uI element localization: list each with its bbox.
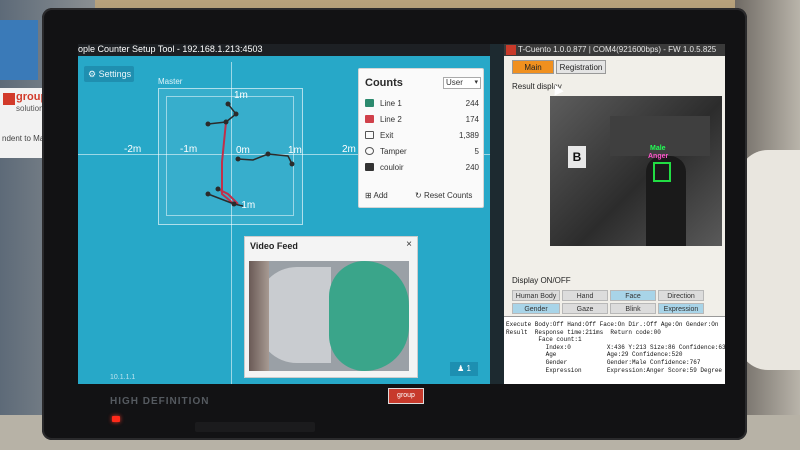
counter-setup-app: ople Counter Setup Tool - 192.168.1.213:… [78,44,490,384]
count-row-line-1[interactable]: Line 1 244 [365,97,479,111]
toggle-direction[interactable]: Direction [658,290,704,301]
console-line: Expression Expression:Anger Score:59 Deg… [506,366,723,374]
status-text: 10.1.1.1 [110,374,136,381]
console-line: Age Age:29 Confidence:520 [506,351,683,359]
user-icon: ♟ [457,364,465,373]
tamper-icon [365,147,374,155]
power-led-icon [112,416,120,422]
poster-logo-icon [3,93,15,105]
background-screen [0,20,38,80]
line-3 [237,153,293,165]
line1-icon [365,99,374,107]
result-sign: B [568,146,586,168]
toggle-gender[interactable]: Gender [512,303,560,314]
background-person [738,150,800,370]
user-count-badge[interactable]: ♟ 1 [450,362,478,376]
chevron-down-icon: ▾ [474,79,478,86]
line-handle [223,119,229,125]
line-handle [225,101,231,107]
monitor-buttons[interactable] [195,422,315,432]
video-feed-title: Video Feed [250,241,298,251]
monitor-logo: group [388,388,424,404]
expression-tag: Anger [648,153,669,160]
line-handle [215,186,221,192]
line2-icon [365,115,374,123]
count-row-tamper[interactable]: Tamper 5 [365,145,479,159]
exit-icon [365,131,374,139]
result-console: Execute Body:Off Hand:Off Face:On Dir.:O… [504,316,725,384]
face-detection-box [653,162,671,182]
count-row-line-2[interactable]: Line 2 174 [365,113,479,127]
video-feed-panel: Video Feed × [244,236,418,378]
tcuento-logo-icon [506,45,516,55]
display-onoff-label: Display ON/OFF [512,276,571,285]
refresh-icon: ↻ [415,191,422,200]
console-line: Face count:1 [506,336,582,344]
toggle-blink[interactable]: Blink [610,303,656,314]
console-line: Execute Body:Off Hand:Off Face:On Dir.:O… [506,321,719,328]
video-frame [249,261,409,371]
counts-user-select[interactable]: User ▾ [443,77,481,89]
toggle-human-body[interactable]: Human Body [512,290,560,301]
toggle-hand[interactable]: Hand [562,290,608,301]
reset-counts-button[interactable]: ↻ Reset Counts [415,191,472,200]
line-handle [289,161,295,167]
tab-main[interactable]: Main [512,60,554,74]
line-handle [205,191,211,197]
screen: ople Counter Setup Tool - 192.168.1.213:… [78,44,725,384]
counts-panel: Counts User ▾ Line 1 244 Line 2 174 Exit… [358,68,484,208]
count-row-couloir[interactable]: couloir 240 [365,161,479,175]
console-line: Result Response time:211ms Return code:0… [506,328,661,336]
line-1-handles [207,103,238,125]
toggle-expression[interactable]: Expression [658,303,704,314]
counts-title: Counts [365,77,403,89]
plus-icon: ⊞ [365,191,372,200]
line-handle [205,121,211,127]
gender-tag: Male [650,145,666,152]
console-line: Index:0 X:436 Y:213 Size:86 Confidence:6… [506,343,725,351]
toggle-face[interactable]: Face [610,290,656,301]
add-button[interactable]: ⊞ Add [365,191,388,200]
line-handle [235,156,241,162]
tcuento-title: T-Cuento 1.0.0.877 | COM4(921600bps) - F… [504,44,725,56]
result-image: B Male Anger [550,96,722,246]
close-icon[interactable]: × [406,239,412,250]
line-handle [233,111,239,117]
tcuento-app: T-Cuento 1.0.0.877 | COM4(921600bps) - F… [504,44,725,384]
tab-registration[interactable]: Registration [556,60,606,74]
toggle-gaze[interactable]: Gaze [562,303,608,314]
monitor-brand: HIGH DEFINITION [110,396,210,407]
line-handle [265,151,271,157]
line-handle [231,201,237,207]
console-line: Gender Gender:Male Confidence:767 [506,358,701,366]
list-icon [365,163,374,171]
count-row-exit[interactable]: Exit 1,389 [365,129,479,143]
